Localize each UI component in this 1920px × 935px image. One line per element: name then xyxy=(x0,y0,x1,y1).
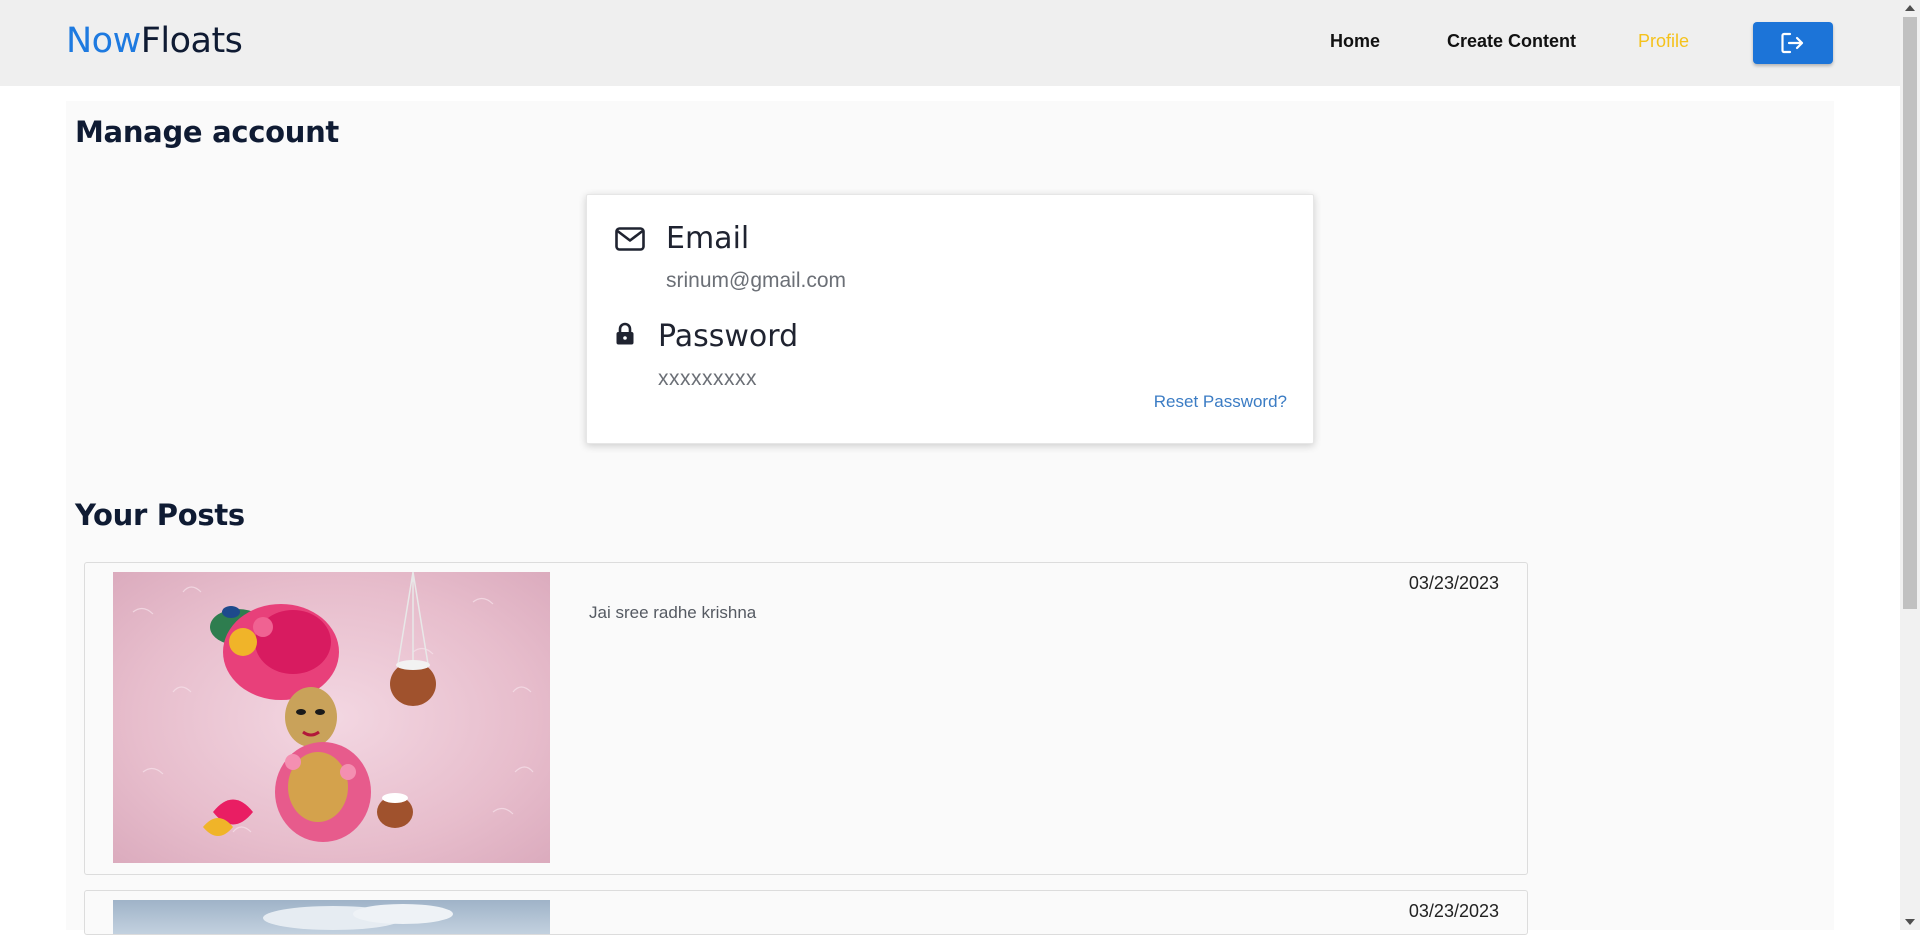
nav-create-content-link[interactable]: Create Content xyxy=(1447,30,1576,52)
post-card[interactable]: 03/23/2023 Jai sree radhe krishna xyxy=(84,562,1528,875)
account-card: Email srinum@gmail.com Password xxxxxxxx… xyxy=(586,194,1314,444)
logout-icon xyxy=(1781,32,1804,54)
post-image[interactable] xyxy=(113,572,550,863)
logout-button[interactable] xyxy=(1753,22,1833,64)
envelope-icon xyxy=(615,227,645,251)
password-value: xxxxxxxxx xyxy=(658,367,757,390)
password-label: Password xyxy=(658,319,799,354)
top-navbar: NowFloats Home Create Content Profile xyxy=(0,0,1900,86)
scroll-up-icon[interactable] xyxy=(1905,5,1915,11)
brand-now: Now xyxy=(66,21,141,61)
scrollbar-thumb[interactable] xyxy=(1903,17,1917,609)
nav-home-link[interactable]: Home xyxy=(1330,30,1380,52)
manage-account-title: Manage account xyxy=(75,115,339,149)
post-caption: Jai sree radhe krishna xyxy=(589,603,757,622)
brand-floats: Floats xyxy=(140,21,243,61)
scroll-down-icon[interactable] xyxy=(1905,919,1915,925)
nav-profile-link[interactable]: Profile xyxy=(1638,30,1689,52)
reset-password-link[interactable]: Reset Password? xyxy=(1154,392,1287,412)
lock-icon xyxy=(616,322,634,345)
your-posts-title: Your Posts xyxy=(75,498,245,532)
post-card[interactable]: 03/23/2023 xyxy=(84,890,1528,935)
page-scrollbar[interactable] xyxy=(1900,0,1920,930)
email-label: Email xyxy=(666,221,750,256)
email-value: srinum@gmail.com xyxy=(666,269,847,292)
post-date: 03/23/2023 xyxy=(1408,573,1499,593)
brand-logo[interactable]: NowFloats xyxy=(66,20,243,62)
post-date: 03/23/2023 xyxy=(1408,901,1499,921)
